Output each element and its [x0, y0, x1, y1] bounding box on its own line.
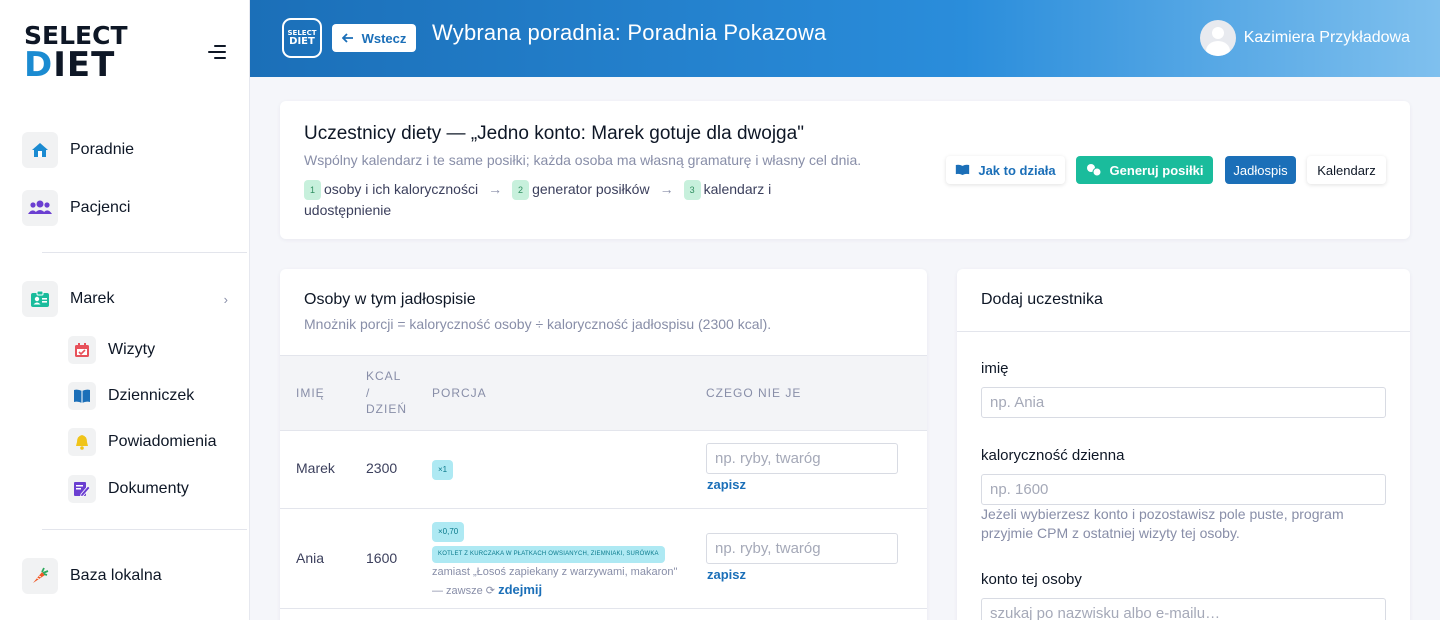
- person-kcal: 1600: [366, 550, 398, 566]
- sidebar-subitem-powiadomienia[interactable]: Powiadomienia: [68, 428, 217, 456]
- arrow-right-icon: →: [659, 181, 674, 197]
- sidebar-item-marek[interactable]: Marek ›: [22, 281, 232, 317]
- dislikes-input[interactable]: [706, 533, 898, 564]
- sidebar-subitem-label: Dokumenty: [108, 480, 189, 497]
- home-icon: [22, 132, 58, 168]
- sidebar-item-pacjenci[interactable]: Pacjenci: [22, 190, 232, 226]
- step-number: 2: [512, 180, 530, 201]
- back-button[interactable]: Wstecz: [332, 24, 416, 52]
- column-header-name: Imię: [296, 386, 325, 400]
- sidebar-item-baza-lokalna[interactable]: Baza lokalna: [22, 558, 232, 594]
- column-header-kcal-2: /: [366, 386, 371, 400]
- persons-card: Osoby w tym jadłospisie Mnożnik porcji =…: [280, 269, 927, 620]
- table-row: Marek 2300 ×1 zapisz: [280, 431, 927, 509]
- column-header-kcal-1: kcal: [366, 369, 402, 383]
- sidebar-subitem-dzienniczek[interactable]: Dzienniczek: [68, 382, 194, 410]
- book-open-icon: [956, 164, 970, 175]
- sidebar-item-label: Poradnie: [70, 141, 135, 158]
- step-label: osoby i ich kaloryczności: [324, 181, 479, 197]
- portion-multiplier-badge: ×1: [432, 460, 454, 480]
- back-button-label: Wstecz: [361, 30, 407, 46]
- menu-toggle-icon[interactable]: [206, 44, 226, 60]
- user-menu[interactable]: Kazimiera Przykładowa: [1199, 20, 1410, 56]
- page-title: Wybrana poradnia: Poradnia Pokazowa: [432, 20, 827, 45]
- id-card-icon: [22, 281, 58, 317]
- step-label: generator posiłków: [532, 181, 650, 197]
- users-icon: [22, 190, 58, 226]
- person-name: Marek: [296, 460, 335, 476]
- dislikes-input[interactable]: [706, 443, 898, 474]
- calendar-icon: [68, 336, 96, 364]
- generate-meals-label: Generuj posiłki: [1109, 162, 1204, 178]
- swap-note: zamiast „Łosoś zapiekany z warzywami, ma…: [432, 563, 692, 600]
- person-name: Ania: [296, 550, 325, 566]
- save-link[interactable]: zapisz: [707, 567, 746, 582]
- card-divider: [957, 331, 1410, 332]
- top-header: SELECT DIET Wstecz Wybrana poradnia: Por…: [250, 0, 1440, 77]
- add-participant-title: Dodaj uczestnika: [981, 291, 1103, 308]
- sidebar-item-label: Baza lokalna: [70, 567, 162, 584]
- participants-intro-card: Uczestnicy diety — „Jedno konto: Marek g…: [280, 101, 1410, 239]
- portion-multiplier-badge: ×0,70: [432, 522, 465, 542]
- kcal-label: kaloryczność dzienna: [981, 447, 1125, 464]
- header-logo-line-2: DIET: [289, 36, 315, 47]
- generate-meals-button[interactable]: Generuj posiłki: [1076, 156, 1213, 184]
- kcal-help-text: Jeżeli wybierzesz konto i pozostawisz po…: [981, 506, 1344, 541]
- sidebar-subitem-label: Powiadomienia: [108, 433, 217, 450]
- menu-button[interactable]: Jadłospis: [1225, 156, 1296, 184]
- logo-d: D: [24, 45, 54, 85]
- sidebar-divider: [42, 529, 247, 530]
- sidebar-subitem-dokumenty[interactable]: Dokumenty: [68, 475, 189, 503]
- select-diet-logo[interactable]: SELECT DIET: [24, 22, 128, 82]
- carrot-icon: [22, 558, 58, 594]
- sidebar-subitem-label: Dzienniczek: [108, 387, 195, 404]
- calendar-button[interactable]: Kalendarz: [1307, 156, 1386, 184]
- document-icon: [68, 475, 96, 503]
- table-row: Ania 1600 ×0,70 kotlet z kurczaka w płat…: [280, 509, 927, 609]
- sidebar-divider: [42, 252, 247, 253]
- magic-icon: [1086, 164, 1102, 177]
- arrow-right-icon: →: [488, 181, 503, 197]
- swap-note-text: zamiast „Łosoś zapiekany z warzywami, ma…: [432, 566, 678, 578]
- account-label: konto tej osoby: [981, 571, 1082, 588]
- name-input[interactable]: [981, 387, 1386, 418]
- sidebar: SELECT DIET Poradnie Pacjenci Marek › Wi…: [0, 0, 250, 620]
- meal-swap-badge: kotlet z kurczaka w płatkach owsianych, …: [432, 546, 665, 563]
- book-icon: [68, 382, 96, 410]
- user-name: Kazimiera Przykładowa: [1243, 29, 1410, 46]
- sidebar-item-poradnie[interactable]: Poradnie: [22, 132, 232, 168]
- intro-title: Uczestnicy diety — „Jedno konto: Marek g…: [304, 123, 804, 144]
- person-kcal: 2300: [366, 460, 398, 476]
- remove-swap-link[interactable]: zdejmij: [498, 582, 542, 597]
- chevron-right-icon: ›: [223, 292, 228, 307]
- how-it-works-label: Jak to działa: [978, 162, 1056, 178]
- intro-subtitle: Wspólny kalendarz i te same posiłki; każ…: [304, 152, 862, 168]
- persons-subtitle: Mnożnik porcji = kaloryczność osoby ÷ ka…: [304, 316, 772, 332]
- sidebar-subitem-wizyty[interactable]: Wizyty: [68, 336, 155, 364]
- table-header: Imię kcal / dzień Porcja Czego nie je: [280, 355, 927, 431]
- column-header-kcal-3: dzień: [366, 402, 407, 416]
- sidebar-item-label: Pacjenci: [70, 199, 131, 216]
- persons-title: Osoby w tym jadłospisie: [304, 291, 476, 308]
- swap-always-text: — zawsze ⟳: [432, 585, 496, 597]
- sidebar-item-label: Marek: [70, 290, 115, 307]
- logo-iet: IET: [53, 45, 116, 85]
- bell-icon: [68, 428, 96, 456]
- arrow-left-icon: [341, 33, 353, 43]
- how-it-works-button[interactable]: Jak to działa: [946, 156, 1065, 184]
- name-label: imię: [981, 360, 1009, 377]
- avatar: [1199, 20, 1236, 56]
- kcal-input[interactable]: [981, 474, 1386, 505]
- account-search-input[interactable]: [981, 598, 1386, 620]
- column-header-dislikes: Czego nie je: [706, 386, 802, 400]
- logo-line-2: DIET: [24, 48, 116, 82]
- step-number: 3: [683, 180, 701, 201]
- add-participant-card: Dodaj uczestnika imię kaloryczność dzien…: [957, 269, 1410, 620]
- column-header-portion: Porcja: [432, 386, 487, 400]
- steps-list: 1 osoby i ich kaloryczności → 2 generator po…: [304, 179, 774, 221]
- step-number: 1: [304, 180, 321, 201]
- header-logo[interactable]: SELECT DIET: [282, 18, 322, 58]
- save-link[interactable]: zapisz: [707, 477, 746, 492]
- sidebar-subitem-label: Wizyty: [108, 341, 156, 358]
